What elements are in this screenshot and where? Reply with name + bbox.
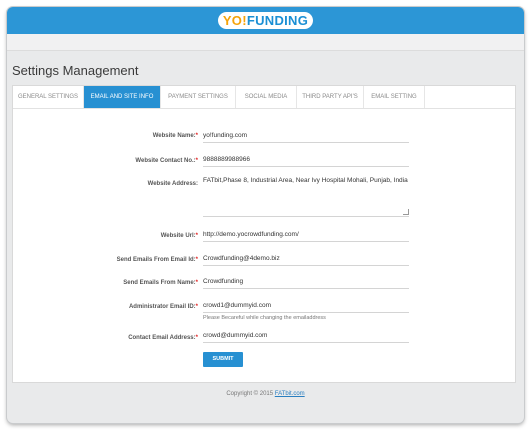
- required-marker: *: [195, 257, 198, 263]
- settings-tabs: GENERAL SETTINGS EMAIL AND SITE INFO PAY…: [13, 86, 515, 109]
- logo-funding: FUNDING: [246, 13, 309, 28]
- settings-panel: GENERAL SETTINGS EMAIL AND SITE INFO PAY…: [12, 85, 516, 383]
- page-title: Settings Management: [12, 63, 139, 78]
- footer: Copyright © 2015 FATbit.com: [7, 391, 524, 397]
- submit-button[interactable]: SUBMIT: [203, 352, 243, 367]
- resize-handle-icon[interactable]: [403, 209, 409, 215]
- fatbit-link[interactable]: FATbit.com: [275, 391, 305, 397]
- sub-header-bar: [7, 34, 524, 51]
- website-name-input[interactable]: yo!funding.com: [203, 130, 409, 143]
- contact-email-input[interactable]: crowd@dummyid.com: [203, 330, 409, 343]
- send-from-name-label: Send Emails From Name:*: [123, 280, 198, 286]
- website-address-text: FATbit,Phase 8, Industrial Area, Near Iv…: [203, 177, 408, 184]
- website-contact-input[interactable]: 9888889988966: [203, 154, 409, 167]
- tab-social-media[interactable]: SOCIAL MEDIA: [236, 86, 297, 108]
- send-from-name-input[interactable]: Crowdfunding: [203, 276, 409, 289]
- website-contact-label: Website Contact No.:*: [135, 158, 198, 164]
- required-marker: *: [195, 158, 198, 164]
- required-marker: *: [195, 133, 198, 139]
- admin-email-hint: Please Becareful while changing the emai…: [203, 315, 326, 321]
- website-url-label: Website Url:*: [160, 233, 198, 239]
- contact-email-label: Contact Email Address:*: [128, 335, 198, 341]
- send-from-email-label: Send Emails From Email Id:*: [116, 257, 198, 263]
- required-marker: *: [195, 335, 198, 341]
- admin-email-input[interactable]: crowd1@dummyid.com: [203, 300, 409, 313]
- brand-logo[interactable]: YO! FUNDING: [218, 12, 313, 29]
- website-address-label: Website Address:: [147, 181, 198, 187]
- website-name-label: Website Name:*: [152, 133, 198, 139]
- tab-general-settings[interactable]: GENERAL SETTINGS: [13, 86, 84, 108]
- required-marker: *: [195, 233, 198, 239]
- send-from-email-input[interactable]: Crowdfunding@4demo.biz: [203, 253, 409, 266]
- admin-email-label: Administrator Email ID:*: [128, 304, 198, 310]
- logo-yo: YO!: [222, 13, 247, 28]
- tab-payment-settings[interactable]: PAYMENT SETTINGS: [161, 86, 236, 108]
- top-header: YO! FUNDING: [7, 7, 524, 34]
- tab-third-party-apis[interactable]: THIRD PARTY API'S: [297, 86, 364, 108]
- website-url-input[interactable]: http://demo.yocrowdfunding.com/: [203, 229, 409, 242]
- website-address-textarea[interactable]: FATbit,Phase 8, Industrial Area, Near Iv…: [203, 176, 409, 217]
- tab-email-setting[interactable]: EMAIL SETTING: [364, 86, 425, 108]
- copyright-text: Copyright © 2015: [226, 391, 275, 397]
- app-window: YO! FUNDING Settings Management GENERAL S…: [7, 7, 524, 423]
- tab-email-and-site-info[interactable]: EMAIL AND SITE INFO: [84, 86, 161, 108]
- required-marker: *: [195, 280, 198, 286]
- required-marker: *: [195, 304, 198, 310]
